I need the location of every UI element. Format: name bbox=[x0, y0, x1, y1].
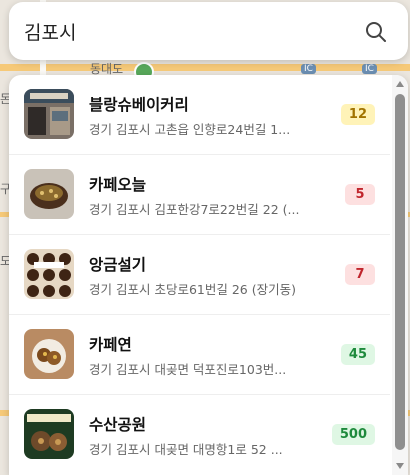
result-item[interactable]: 카페오늘 경기 김포시 김포한강7로22번길 22 (... 5 bbox=[9, 155, 390, 235]
result-name: 카페연 bbox=[89, 336, 132, 354]
result-count-badge: 45 bbox=[340, 344, 375, 365]
map-label: IC bbox=[362, 64, 377, 74]
result-count-badge: 5 bbox=[345, 184, 375, 205]
result-list: 블랑슈베이커리 경기 김포시 고촌읍 인향로24번길 1... 12 카페오늘 … bbox=[9, 75, 390, 475]
result-count-badge: 7 bbox=[345, 264, 375, 285]
result-name: 카페오늘 bbox=[89, 176, 147, 194]
result-thumbnail bbox=[24, 249, 74, 299]
result-address: 경기 김포시 대곶면 덕포진로103번... bbox=[89, 362, 287, 377]
scroll-up-icon[interactable] bbox=[396, 81, 404, 87]
result-scrollbar[interactable] bbox=[392, 75, 408, 475]
result-item[interactable]: 카페연 경기 김포시 대곶면 덕포진로103번... 45 bbox=[9, 315, 390, 395]
result-address: 경기 김포시 김포한강7로22번길 22 (... bbox=[89, 202, 300, 217]
result-name: 수산공원 bbox=[89, 416, 147, 434]
search-input[interactable] bbox=[24, 16, 344, 46]
result-address: 경기 김포시 고촌읍 인향로24번길 1... bbox=[89, 122, 291, 137]
result-count-badge: 500 bbox=[331, 424, 375, 445]
search-button[interactable] bbox=[362, 18, 390, 46]
result-item[interactable]: 수산공원 경기 김포시 대곶면 대명항1로 52 ... 500 bbox=[9, 395, 390, 475]
result-thumbnail bbox=[24, 329, 74, 379]
result-count-badge: 12 bbox=[340, 104, 375, 125]
result-name: 앙금설기 bbox=[89, 256, 147, 274]
scrollbar-thumb[interactable] bbox=[395, 94, 405, 450]
scroll-down-icon[interactable] bbox=[396, 463, 404, 469]
result-item[interactable]: 블랑슈베이커리 경기 김포시 고촌읍 인향로24번길 1... 12 bbox=[9, 75, 390, 155]
map-label: IC bbox=[301, 64, 316, 74]
search-bar bbox=[9, 2, 408, 60]
result-name: 블랑슈베이커리 bbox=[89, 96, 189, 114]
search-results-panel: 블랑슈베이커리 경기 김포시 고촌읍 인향로24번길 1... 12 카페오늘 … bbox=[9, 75, 408, 475]
result-thumbnail bbox=[24, 409, 74, 459]
result-thumbnail bbox=[24, 89, 74, 139]
map-road bbox=[0, 64, 410, 71]
result-address: 경기 김포시 대곶면 대명항1로 52 ... bbox=[89, 442, 283, 457]
search-icon bbox=[366, 22, 386, 42]
result-thumbnail bbox=[24, 169, 74, 219]
result-address: 경기 김포시 초당로61번길 26 (장기동) bbox=[89, 282, 296, 297]
result-item[interactable]: 앙금설기 경기 김포시 초당로61번길 26 (장기동) 7 bbox=[9, 235, 390, 315]
